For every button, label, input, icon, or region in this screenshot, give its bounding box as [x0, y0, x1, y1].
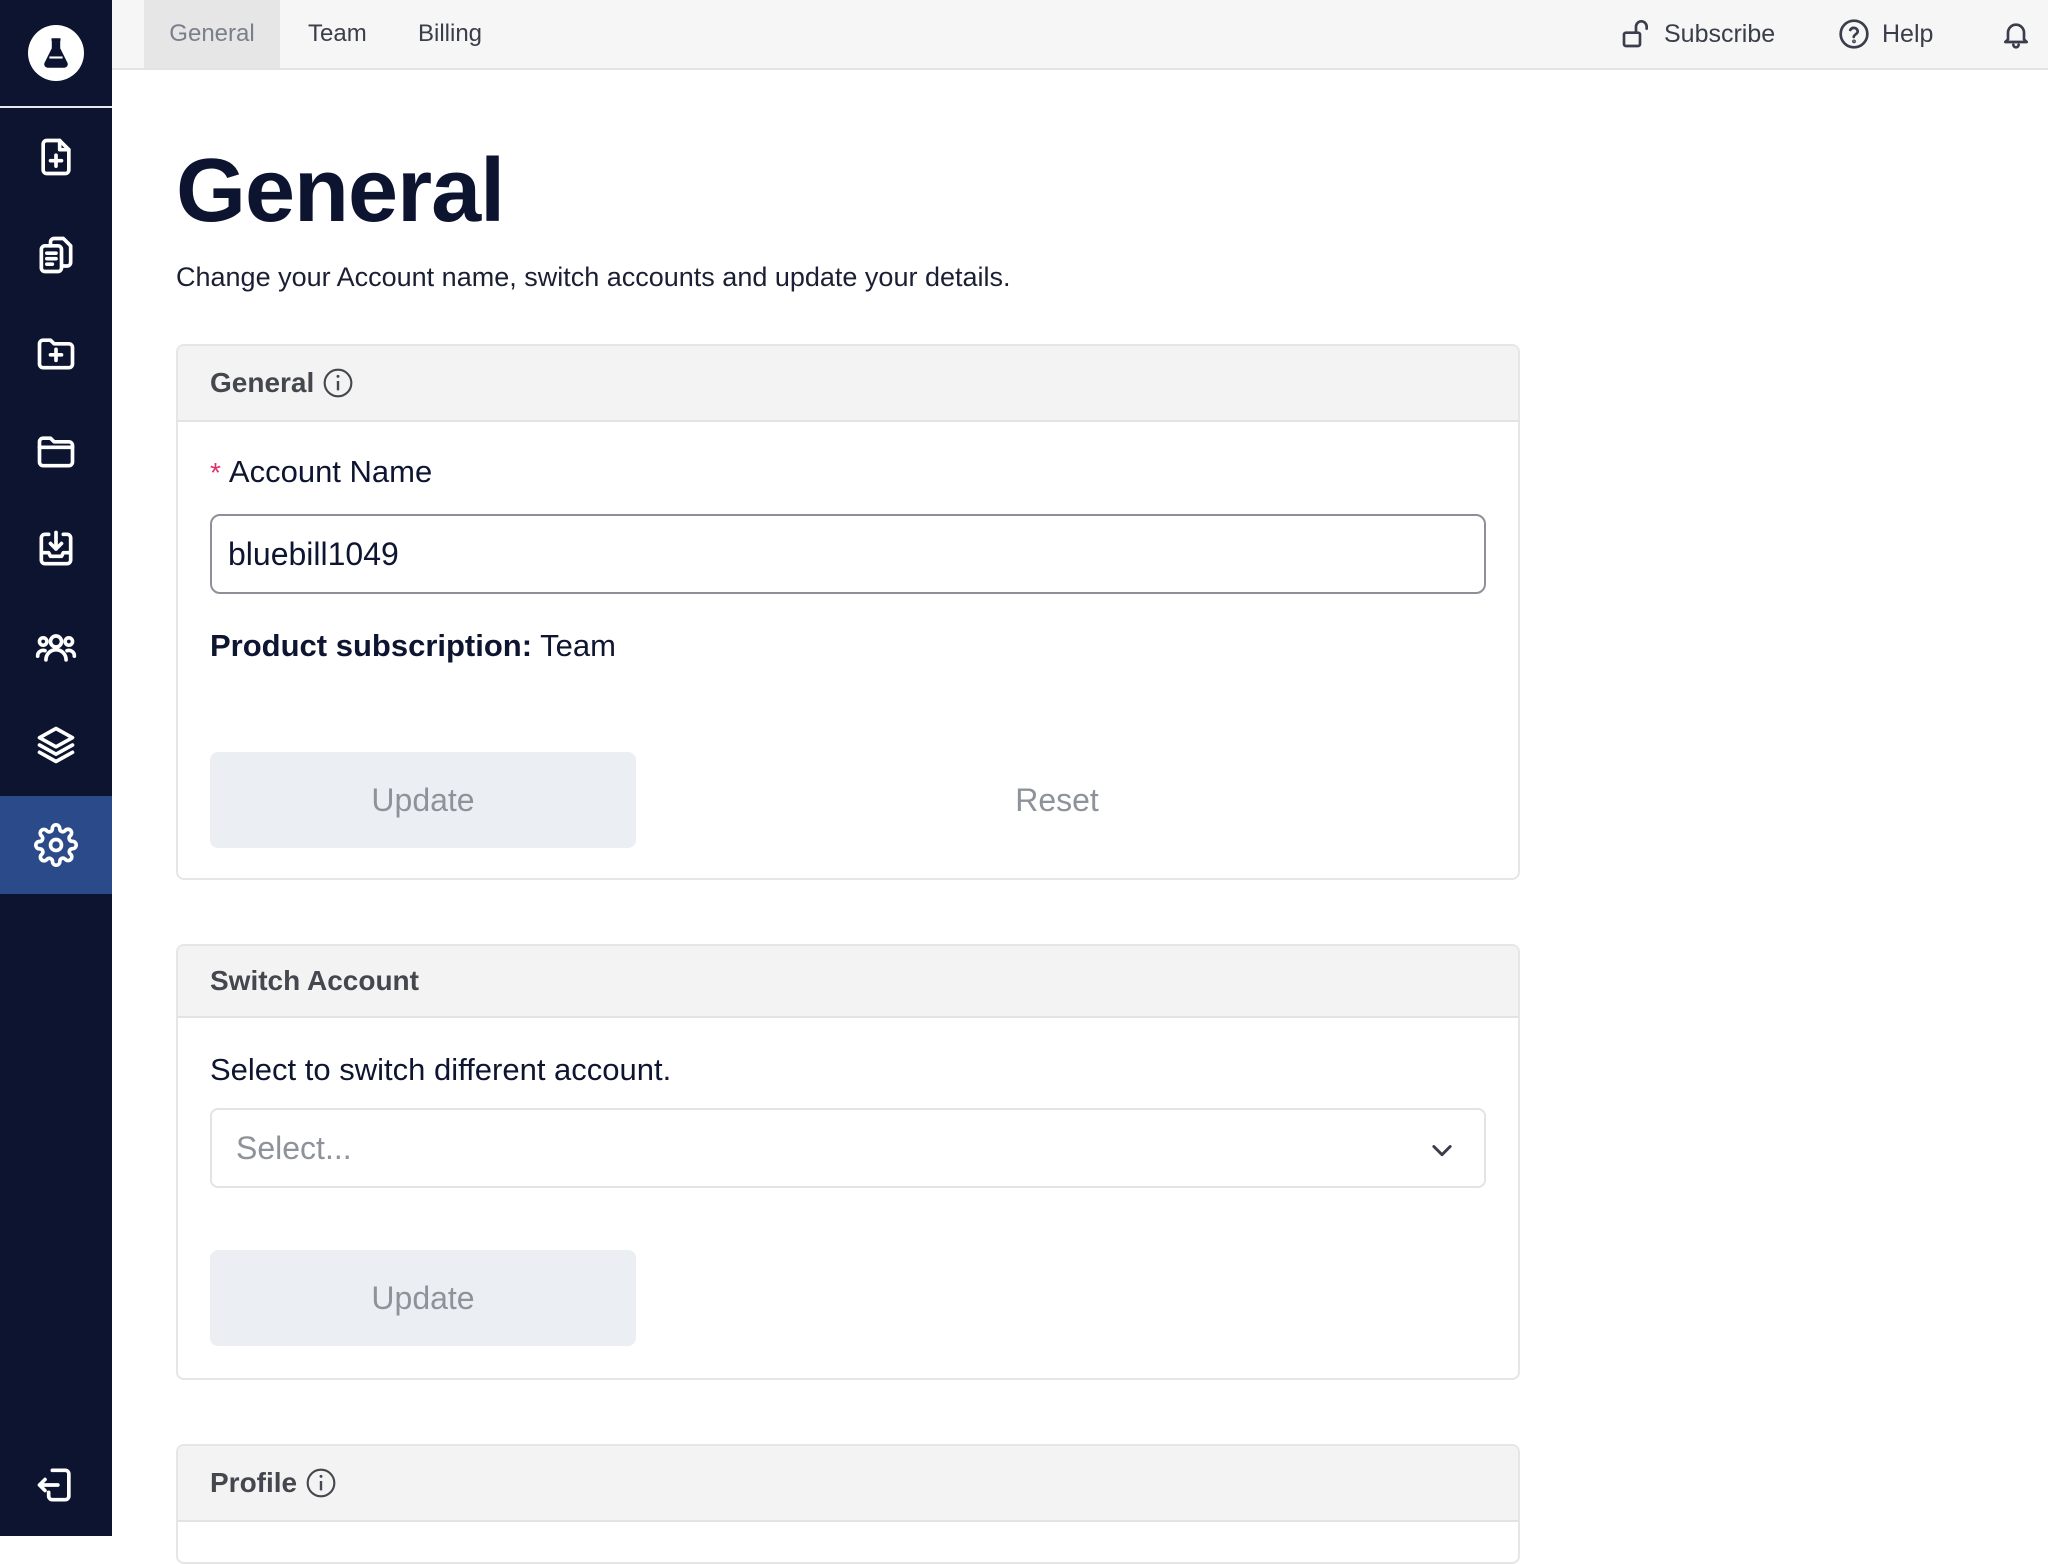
sidebar-item-layers[interactable]: [0, 696, 112, 794]
subscription-label: Product subscription:: [210, 628, 533, 663]
account-name-input[interactable]: [210, 514, 1486, 594]
sidebar-item-new-folder[interactable]: [0, 304, 112, 402]
card-header: General: [178, 346, 1518, 422]
card-title: Switch Account: [210, 965, 419, 996]
account-name-label-text: Account Name: [228, 454, 433, 489]
subscription-value: Team: [540, 628, 616, 663]
page-subtitle: Change your Account name, switch account…: [176, 262, 1011, 292]
switch-update-button[interactable]: Update: [210, 1250, 636, 1346]
update-button[interactable]: Update: [210, 752, 636, 848]
tab-general[interactable]: General: [144, 0, 280, 68]
flask-icon: [28, 25, 84, 81]
sidebar-item-copies[interactable]: [0, 206, 112, 304]
card-header: Switch Account: [178, 946, 1518, 1018]
card-header: Profile: [178, 1446, 1518, 1522]
sidebar-logout[interactable]: [0, 1436, 112, 1534]
card-title: Profile: [210, 1467, 298, 1498]
subscribe-label: Subscribe: [1664, 19, 1776, 48]
file-plus-icon: [41, 138, 71, 176]
general-card: General *Account Name Product subscripti…: [176, 344, 1520, 880]
notifications-button[interactable]: [2000, 0, 2032, 68]
card-title: General: [210, 367, 315, 398]
users-icon: [35, 634, 77, 662]
help-button[interactable]: Help: [1838, 0, 1933, 68]
subscribe-button[interactable]: Subscribe: [1620, 0, 1775, 68]
tab-team[interactable]: Team: [284, 0, 391, 68]
required-marker: *: [210, 457, 221, 488]
sidebar-item-users[interactable]: [0, 598, 112, 696]
sidebar-item-folders[interactable]: [0, 402, 112, 500]
sidebar-item-new-file[interactable]: [0, 108, 112, 206]
folder-icon: [37, 436, 75, 468]
account-name-label: * Account Name: [210, 454, 432, 490]
sidebar-item-settings[interactable]: [0, 796, 112, 894]
inbox-download-icon: [39, 530, 73, 566]
page-title: General: [176, 141, 505, 241]
logout-icon: [37, 1468, 71, 1502]
switch-account-label: Select to switch different account.: [210, 1052, 672, 1087]
gear-icon: [34, 823, 78, 867]
switch-account-card: Switch Account Select to switch differen…: [176, 944, 1520, 1380]
layers-icon: [37, 726, 75, 764]
bell-icon: [2004, 23, 2028, 49]
profile-card: Profile: [176, 1444, 1520, 1564]
logo[interactable]: [0, 0, 112, 106]
top-bar: General Team Billing Subscribe Help: [112, 0, 2048, 70]
help-circle-icon: [1839, 19, 1869, 49]
sidebar-item-inbox[interactable]: [0, 500, 112, 598]
unlock-icon: [1622, 20, 1648, 48]
select-placeholder: Select...: [236, 1129, 352, 1166]
chevron-down-icon: [1432, 1145, 1452, 1157]
account-select[interactable]: Select...: [210, 1108, 1486, 1188]
product-subscription: Product subscription: Team: [210, 628, 616, 664]
folder-plus-icon: [37, 338, 75, 370]
reset-button[interactable]: Reset: [844, 752, 1270, 848]
info-icon[interactable]: [322, 367, 354, 399]
clipboard-copy-icon: [39, 236, 73, 274]
sidebar: [0, 0, 112, 1536]
info-icon[interactable]: [305, 1467, 337, 1499]
tab-billing[interactable]: Billing: [394, 0, 506, 68]
help-label: Help: [1882, 19, 1934, 48]
